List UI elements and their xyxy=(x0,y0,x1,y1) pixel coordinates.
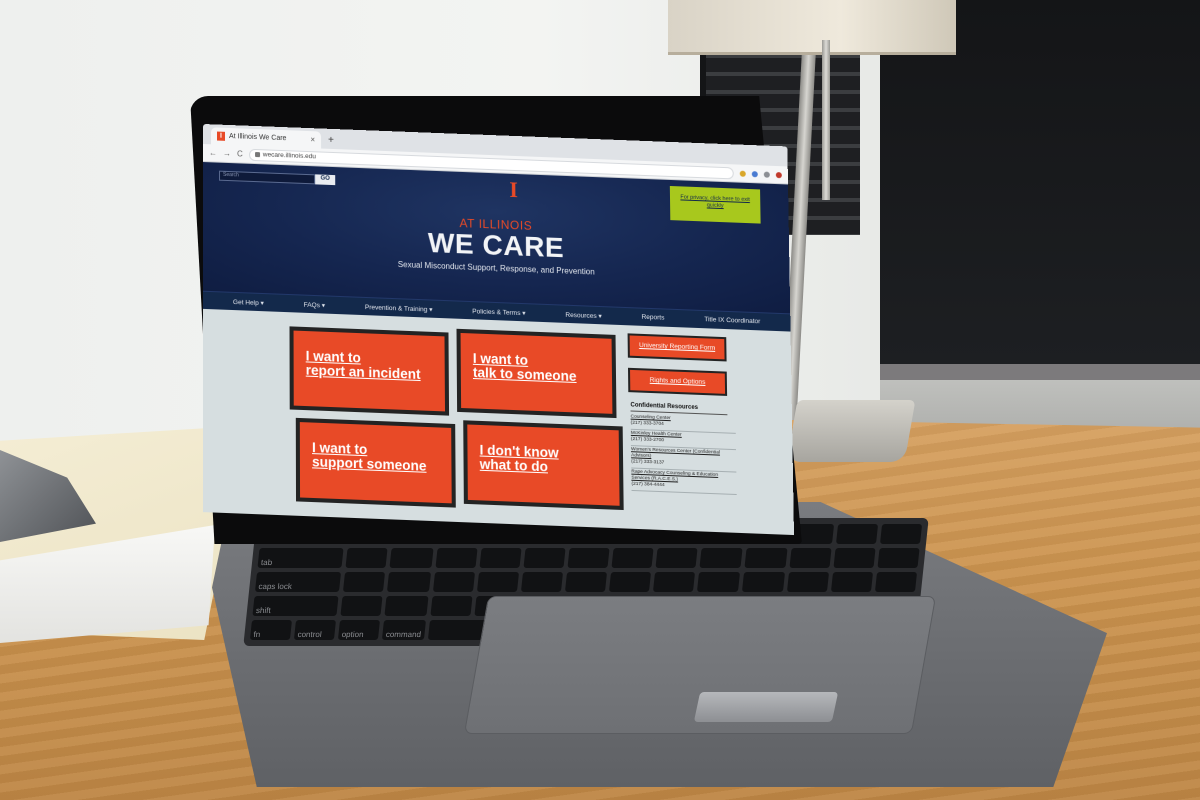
key[interactable] xyxy=(697,572,740,592)
tile-support-someone[interactable]: I want to support someone xyxy=(296,418,456,508)
key[interactable] xyxy=(477,572,519,592)
search-input[interactable]: Search xyxy=(219,171,315,185)
key[interactable] xyxy=(387,572,430,592)
key[interactable] xyxy=(385,596,428,616)
key-option[interactable]: option xyxy=(338,620,380,640)
back-icon[interactable]: ← xyxy=(209,148,217,157)
tile-label: I don't know what to do xyxy=(480,443,608,476)
forward-icon[interactable]: → xyxy=(223,149,231,158)
extension-icon[interactable] xyxy=(740,170,746,176)
key[interactable] xyxy=(523,548,565,568)
key-tab[interactable]: tab xyxy=(257,548,343,568)
key[interactable] xyxy=(521,572,563,592)
tile-label: I want to support someone xyxy=(312,441,439,474)
key[interactable] xyxy=(565,572,607,592)
key[interactable] xyxy=(390,548,433,568)
tile-dont-know[interactable]: I don't know what to do xyxy=(463,420,623,510)
key[interactable] xyxy=(567,548,609,568)
key[interactable] xyxy=(612,548,654,568)
rights-options-button[interactable]: Rights and Options xyxy=(628,368,727,396)
key-shift[interactable]: shift xyxy=(252,596,338,616)
nav-policies-terms[interactable]: Policies & Terms ▾ xyxy=(472,307,525,317)
lock-icon xyxy=(255,152,260,157)
resource-item[interactable]: Women's Resources Center (Confidential A… xyxy=(631,447,736,472)
close-icon[interactable]: × xyxy=(310,135,315,144)
key[interactable] xyxy=(343,572,385,592)
new-tab-button[interactable]: + xyxy=(328,135,334,146)
key[interactable] xyxy=(609,572,651,592)
lamp-base xyxy=(787,400,916,462)
key[interactable] xyxy=(479,548,521,568)
resource-phone: (217) 384-4444 xyxy=(631,482,664,488)
illinois-favicon-icon: I xyxy=(217,132,225,141)
key[interactable] xyxy=(430,596,472,616)
lamp-arm xyxy=(822,40,830,200)
key[interactable] xyxy=(435,548,477,568)
key-fn[interactable]: fn xyxy=(250,620,292,640)
laptop-notch xyxy=(694,692,838,722)
resource-phone: (217) 333-3137 xyxy=(631,459,664,465)
tile-talk-to-someone[interactable]: I want to talk to someone xyxy=(457,329,617,418)
tab-title: At Illinois We Care xyxy=(229,133,286,142)
key[interactable] xyxy=(346,548,388,568)
reporting-form-button[interactable]: University Reporting Form xyxy=(628,333,727,361)
key-caps-lock[interactable]: caps lock xyxy=(255,572,341,592)
laptop-screen: I At Illinois We Care × + ← → C wecare.i… xyxy=(203,124,794,556)
lamp-shade xyxy=(668,0,956,55)
key[interactable] xyxy=(742,572,784,592)
search-go-button[interactable]: GO xyxy=(315,174,335,185)
key[interactable] xyxy=(880,524,922,544)
main-content: I want to report an incident I want to t… xyxy=(203,309,794,535)
url-text: wecare.illinois.edu xyxy=(263,151,316,160)
key[interactable] xyxy=(789,548,831,568)
extension-icon[interactable] xyxy=(764,171,770,177)
key[interactable] xyxy=(831,572,873,592)
key[interactable] xyxy=(877,548,919,568)
resource-phone: (217) 333-2700 xyxy=(631,437,664,443)
nav-resources[interactable]: Resources ▾ xyxy=(565,310,601,319)
key[interactable] xyxy=(833,548,875,568)
resource-phone: (217) 333-3704 xyxy=(631,421,664,427)
tile-report-incident[interactable]: I want to report an incident xyxy=(290,326,450,415)
key[interactable] xyxy=(432,572,474,592)
profile-avatar[interactable] xyxy=(776,172,782,178)
key-control[interactable]: control xyxy=(294,620,336,640)
extension-icon[interactable] xyxy=(752,171,758,177)
reload-icon[interactable]: C xyxy=(237,149,243,158)
tile-label: I want to talk to someone xyxy=(473,352,600,385)
external-monitor xyxy=(880,0,1200,380)
nav-faqs[interactable]: FAQs ▾ xyxy=(304,300,325,309)
nav-title-ix[interactable]: Title IX Coordinator xyxy=(704,316,760,325)
key[interactable] xyxy=(341,596,383,616)
key-command[interactable]: command xyxy=(382,620,425,640)
key[interactable] xyxy=(836,524,878,544)
nav-reports[interactable]: Reports xyxy=(642,314,665,322)
key[interactable] xyxy=(875,572,917,592)
confidential-resources-heading: Confidential Resources xyxy=(630,402,727,415)
key[interactable] xyxy=(653,572,695,592)
resource-item[interactable]: Rape Advocacy Counseling & Education Ser… xyxy=(631,470,736,496)
nav-get-help[interactable]: Get Help ▾ xyxy=(233,297,264,306)
quick-exit-button[interactable]: For privacy, click here to exit quickly xyxy=(670,186,761,224)
nav-prevention-training[interactable]: Prevention & Training ▾ xyxy=(365,302,433,313)
site-header: Search GO I For privacy, click here to e… xyxy=(203,162,790,313)
tile-label: I want to report an incident xyxy=(306,349,433,382)
illinois-logo[interactable]: I xyxy=(505,180,521,203)
key[interactable] xyxy=(787,572,829,592)
